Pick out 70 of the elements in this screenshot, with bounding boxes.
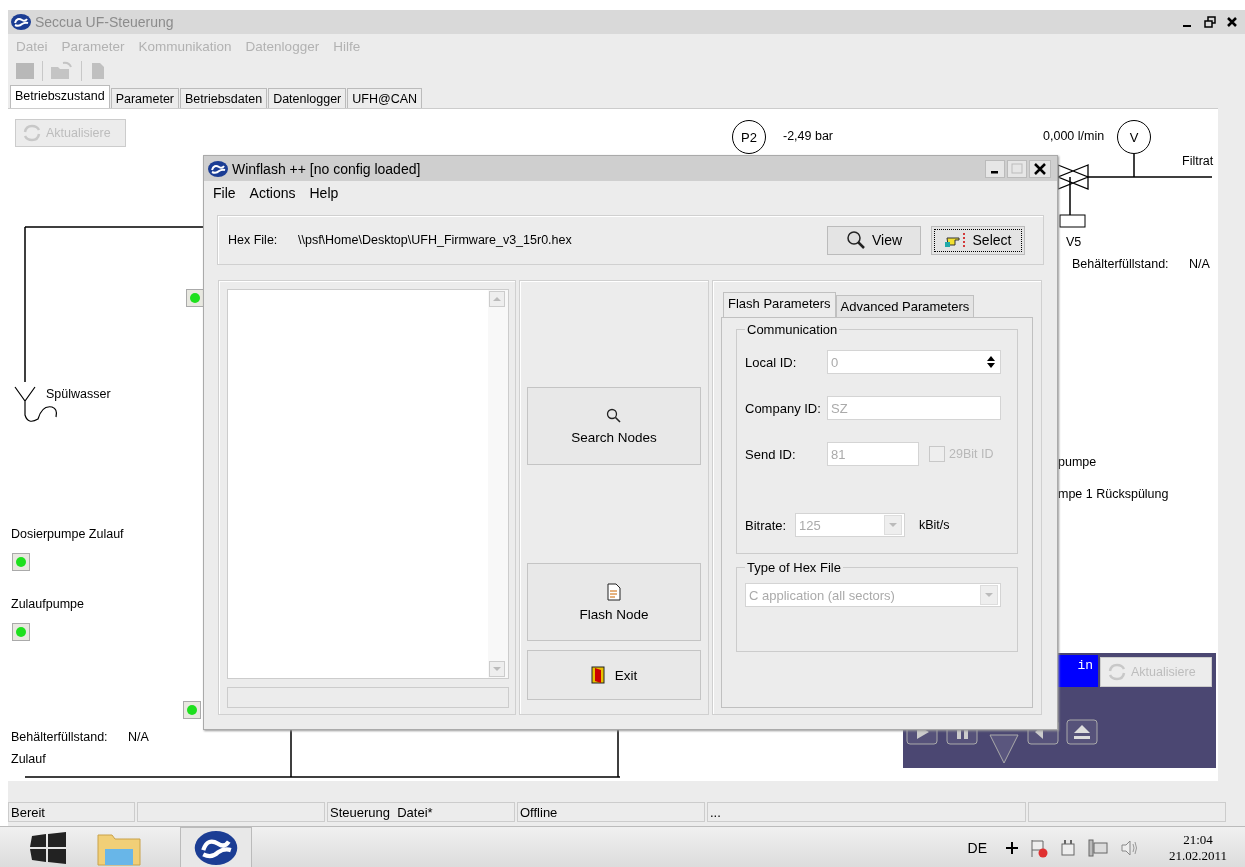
gauge-reading: -2,49 bar [783,129,834,143]
schematic-label: Spülwasser [46,387,111,401]
gauge-symbol: P2 [732,120,766,154]
unit-label: kBit/s [919,518,950,532]
refresh-icon [1107,663,1127,681]
schematic-label: pumpe [1058,455,1097,469]
clock-date[interactable]: 21.02.2011 [1168,847,1227,864]
level-label: Behälterfüllstand: [1072,257,1169,271]
schematic-label: mpe 1 Rückspülung [1058,487,1169,501]
action-button[interactable]: Flash Node [527,563,701,641]
status-cell: Steuerung Datei* [327,802,515,822]
tab[interactable]: Flash Parameters [723,292,836,317]
window-title: Seccua UF-Steuerung [35,14,174,30]
field-label: Company ID: [745,400,822,416]
file-path: \\psf\Home\Desktop\UFH_Firmware_v3_15r0.hex [298,233,573,247]
field-label: Bitrate: [745,517,788,533]
schematic-label: Zulaufpumpe [11,597,84,611]
clock-time[interactable]: 21:04 [1183,831,1213,848]
logo-icon [208,160,228,177]
tab[interactable]: Datenlogger [268,88,347,108]
maximize-icon [1007,159,1027,178]
tab[interactable]: Parameter [110,88,179,108]
tab[interactable]: Betriebsdaten [180,88,268,108]
eject-icon[interactable] [1066,719,1098,745]
action-button[interactable]: Exit [527,650,701,700]
menu-item[interactable]: Help [309,185,339,201]
plug-icon[interactable] [1058,837,1077,858]
magnifier-icon [606,407,622,424]
down-triangle-icon[interactable] [988,733,1020,765]
file-button[interactable]: Select [931,225,1025,255]
schematic-label: V5 [1066,235,1082,249]
field-label: Hex File: [228,233,279,247]
taskbar-button[interactable] [180,826,252,867]
restore-icon[interactable] [1203,15,1217,29]
minimize-icon[interactable] [985,159,1005,178]
tab[interactable]: UFH@CAN [347,88,423,108]
magnifier-icon [845,231,866,249]
schematic-label: Zulauf [11,752,46,766]
gauge-reading: 0,000 l/min [1043,129,1105,143]
tab[interactable]: Betriebszustand [10,85,110,108]
level-value: N/A [1189,257,1210,271]
field-label: Send ID: [745,446,797,462]
door-icon [590,666,605,684]
schematic-label: Dosierpumpe Zulauf [11,527,124,541]
field-label: Local ID: [745,354,798,370]
logo-icon [194,830,238,865]
dialog-title: Winflash ++ [no config loaded] [232,160,421,177]
tab[interactable]: Advanced Parameters [835,295,975,317]
action-button[interactable]: Search Nodes [527,387,701,465]
group-title: Communication [746,322,839,337]
file-button[interactable]: View [827,225,921,255]
menu-item[interactable]: File [213,185,236,201]
logo-icon [11,14,31,30]
flag-icon[interactable] [1028,837,1049,858]
schematic-label: Filtrat [1182,154,1214,168]
language-indicator[interactable]: DE [967,839,987,856]
group-title: Type of Hex File [746,560,842,575]
close-icon[interactable] [1029,159,1051,178]
menu-item[interactable]: Actions [249,185,296,201]
refresh-icon [22,124,42,142]
pointing-hand-icon [944,232,967,248]
status-cell: Bereit [8,802,135,822]
close-icon[interactable] [1225,15,1239,29]
document-icon [605,582,623,601]
status-cell: Offline [517,802,705,822]
network-icon[interactable] [1086,837,1109,858]
level-value: N/A [128,730,149,744]
status-cell: ... [707,802,1026,822]
plus-icon[interactable] [1004,840,1019,855]
level-label: Behälterfüllstand: [11,730,108,744]
